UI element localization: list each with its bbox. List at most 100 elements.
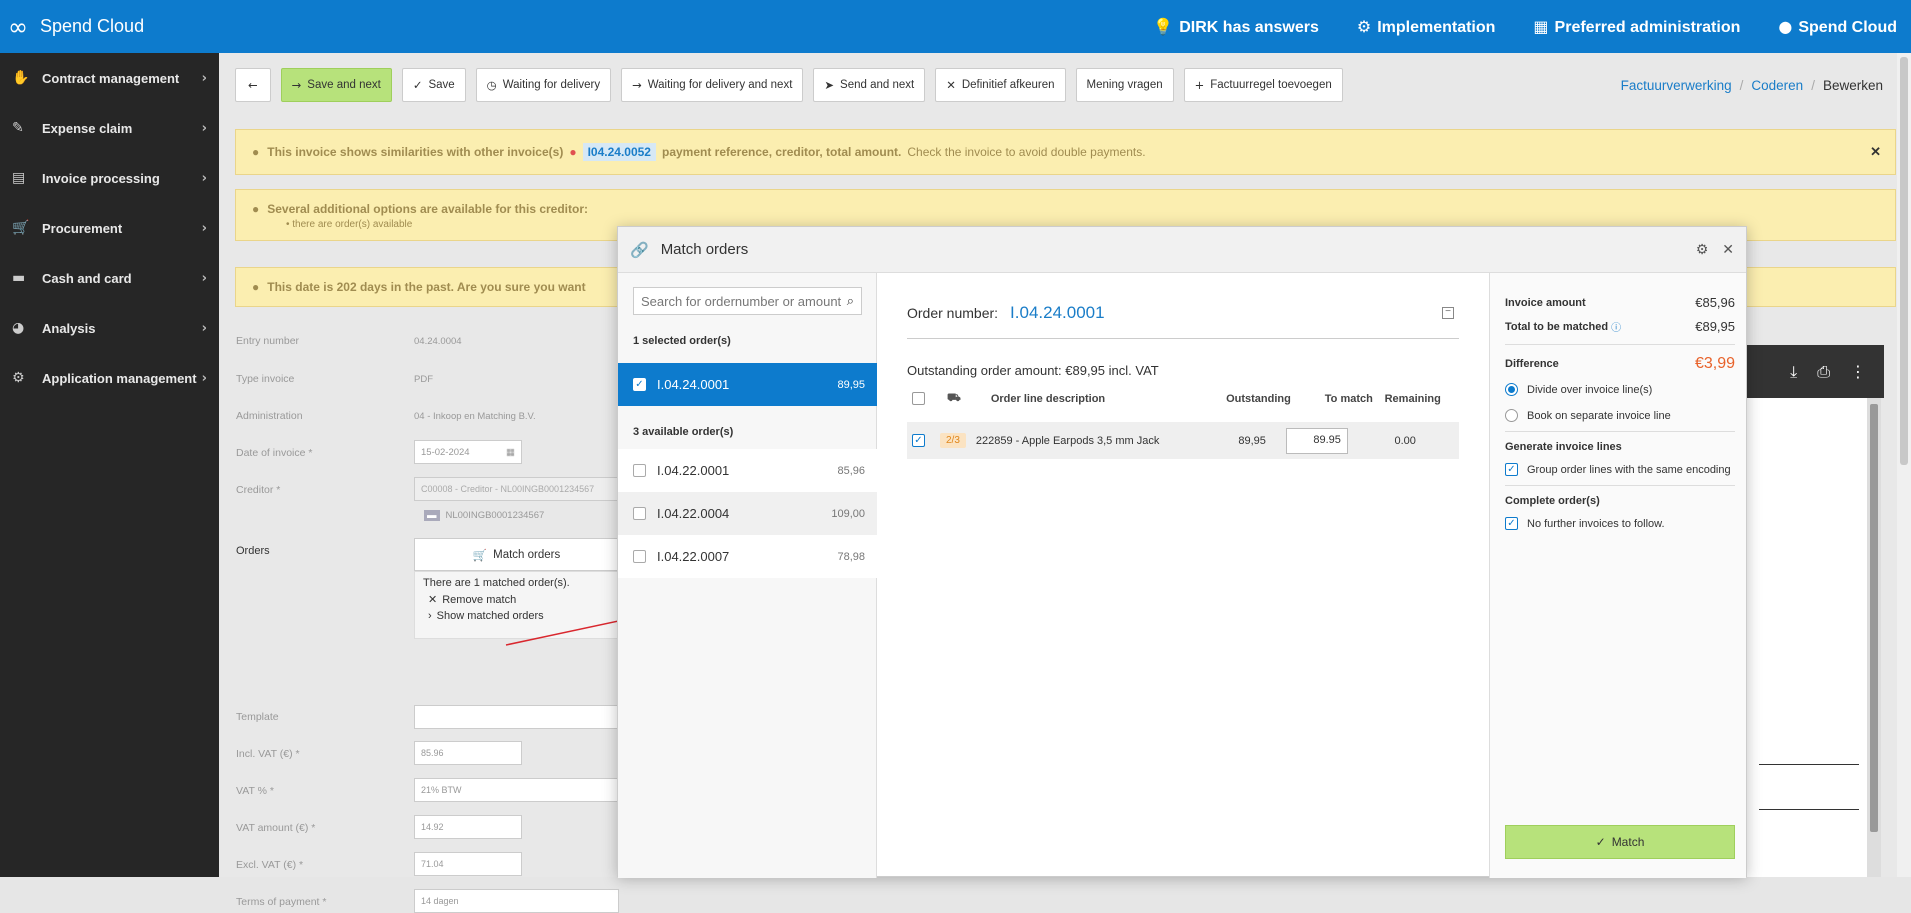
total-to-match-row: Total to be matched ⓘ €89,95 xyxy=(1505,319,1735,334)
to-match-input[interactable]: 89.95 xyxy=(1285,427,1348,454)
incl-vat-input[interactable]: 85.96 xyxy=(414,741,522,765)
cogs-icon: ⚙ xyxy=(1356,16,1372,36)
vat-percent-select[interactable]: 21% BTW xyxy=(414,778,619,802)
order-lines-header: ⛟ Order line description Outstanding To … xyxy=(907,386,1459,411)
print-icon[interactable]: ⎙ xyxy=(1817,362,1830,382)
divider xyxy=(1505,431,1735,432)
send-and-next-button[interactable]: ➤ Send and next xyxy=(813,68,926,102)
order-search-input[interactable]: Search for ordernumber or amount ⌕ xyxy=(633,287,862,315)
sidebar-item-application-management[interactable]: ⚙ Application management › xyxy=(0,353,219,403)
creditor-input[interactable]: C00008 - Creditor - NL00INGB0001234567 xyxy=(414,477,619,501)
difference-row: Difference €3,99 xyxy=(1505,355,1735,373)
checkbox[interactable] xyxy=(633,464,646,477)
available-order-row[interactable]: I.04.22.0007 78,98 xyxy=(618,535,877,578)
ask-opinion-button[interactable]: Mening vragen xyxy=(1075,68,1174,102)
terms-of-payment-label: Terms of payment * xyxy=(236,896,327,908)
more-options-icon[interactable]: ⋮ xyxy=(1850,362,1866,381)
similar-invoice-ref[interactable]: I04.24.0052 xyxy=(582,143,656,161)
divider xyxy=(1505,344,1735,345)
page-scrollbar-thumb[interactable] xyxy=(1900,57,1908,465)
date-of-invoice-input[interactable]: 15-02-2024 ▦ xyxy=(414,440,522,464)
available-orders-header: 3 available order(s) xyxy=(633,426,734,438)
nav-dirk[interactable]: 💡 DIRK has answers xyxy=(1153,17,1319,37)
match-orders-button[interactable]: 🛒 Match orders xyxy=(414,538,619,571)
sidebar-item-cash-and-card[interactable]: ▬ Cash and card › xyxy=(0,253,219,303)
radio[interactable] xyxy=(1505,409,1518,422)
template-input[interactable] xyxy=(414,705,619,729)
sidebar-item-invoice-processing[interactable]: ▤ Invoice processing › xyxy=(0,153,219,203)
selected-order-row[interactable]: ✓ I.04.24.0001 89,95 xyxy=(618,363,877,406)
arrow-right-icon: → xyxy=(632,78,642,92)
available-order-row[interactable]: I.04.22.0001 85,96 xyxy=(618,449,877,492)
sidebar-item-label: Procurement xyxy=(42,220,123,236)
reject-button[interactable]: ✕ Definitief afkeuren xyxy=(935,68,1066,102)
bank-card-icon: ▬ xyxy=(424,510,440,521)
save-and-next-button[interactable]: → Save and next xyxy=(280,68,392,102)
group-lines-checkbox[interactable]: ✓ xyxy=(1505,463,1518,476)
select-all-checkbox[interactable] xyxy=(912,392,925,405)
pdf-scrollbar-thumb[interactable] xyxy=(1870,404,1878,832)
sidebar-item-label: Invoice processing xyxy=(42,170,160,186)
creditor-label: Creditor * xyxy=(236,484,281,496)
sidebar-item-expense-claim[interactable]: ✎ Expense claim › xyxy=(0,103,219,153)
lightbulb-icon: 💡 xyxy=(1153,16,1174,36)
radio-selected[interactable] xyxy=(1505,383,1518,396)
divide-option-label: Divide over invoice line(s) xyxy=(1527,383,1653,396)
alert-icon: ● xyxy=(252,202,260,216)
cart-icon: 🛒 xyxy=(12,220,30,236)
no-further-invoices-option[interactable]: ✓ No further invoices to follow. xyxy=(1505,517,1735,530)
order-line-checkbox[interactable]: ✓ xyxy=(912,434,925,447)
sidebar-item-analysis[interactable]: ◕ Analysis › xyxy=(0,303,219,353)
complete-orders-title: Complete order(s) xyxy=(1505,495,1600,507)
order-line-remaining: 0.00 xyxy=(1394,434,1416,447)
breadcrumb-separator: / xyxy=(1739,78,1744,93)
order-line-description: 222859 - Apple Earpods 3,5 mm Jack xyxy=(975,434,1160,447)
match-button[interactable]: ✓ Match xyxy=(1505,825,1735,859)
close-icon[interactable]: ✕ xyxy=(1870,144,1881,160)
vat-amount-input[interactable]: 14.92 xyxy=(414,815,522,839)
invoice-toolbar: ← → Save and next ✓ Save ◷ Waiting for deli… xyxy=(235,68,1343,102)
divide-option[interactable]: Divide over invoice line(s) xyxy=(1505,383,1735,396)
checkbox[interactable] xyxy=(633,507,646,520)
checkbox-checked[interactable]: ✓ xyxy=(633,378,646,391)
waiting-for-delivery-button[interactable]: ◷ Waiting for delivery xyxy=(475,68,612,102)
available-order-row[interactable]: I.04.22.0004 109,00 xyxy=(618,492,877,535)
alert-icon: ● xyxy=(252,145,260,159)
sidebar-item-procurement[interactable]: 🛒 Procurement › xyxy=(0,203,219,253)
breadcrumb-coderen[interactable]: Coderen xyxy=(1751,78,1803,93)
alert-icon: ● xyxy=(252,280,260,294)
book-separate-label: Book on separate invoice line xyxy=(1527,409,1671,422)
nav-preferred-administration[interactable]: ▦ Preferred administration xyxy=(1533,17,1740,37)
terms-of-payment-select[interactable]: 14 dagen xyxy=(414,889,619,913)
sidebar-item-contract-management[interactable]: ✋ Contract management › xyxy=(0,53,219,103)
match-button-label: Match xyxy=(1611,835,1645,849)
download-icon[interactable]: ⤓ xyxy=(1790,362,1797,382)
group-lines-option[interactable]: ✓ Group order lines with the same encodin… xyxy=(1505,463,1735,476)
nav-user[interactable]: ● Spend Cloud xyxy=(1778,17,1897,37)
collapse-icon[interactable]: − xyxy=(1442,307,1454,319)
match-summary-panel: Invoice amount €85,96 Total to be matched… xyxy=(1489,273,1746,878)
waiting-for-delivery-next-button[interactable]: → Waiting for delivery and next xyxy=(621,68,804,102)
back-button[interactable]: ← xyxy=(235,68,271,102)
no-further-invoices-checkbox[interactable]: ✓ xyxy=(1505,517,1518,530)
page-scrollbar[interactable] xyxy=(1897,53,1911,877)
book-separate-option[interactable]: Book on separate invoice line xyxy=(1505,409,1735,422)
vat-amount-label: VAT amount (€) * xyxy=(236,822,316,834)
order-number: I.04.22.0001 xyxy=(657,463,730,478)
breadcrumb-factuurverwerking[interactable]: Factuurverwerking xyxy=(1621,78,1732,93)
brand[interactable]: ∞ Spend Cloud xyxy=(8,13,144,41)
chevron-right-icon: › xyxy=(201,70,207,86)
nav-implementation[interactable]: ⚙ Implementation xyxy=(1357,17,1496,37)
save-button[interactable]: ✓ Save xyxy=(401,68,466,102)
total-to-match-label: Total to be matched xyxy=(1505,320,1609,333)
outstanding-order-amount: Outstanding order amount: €89,95 incl. V… xyxy=(907,363,1159,378)
close-icon[interactable]: ✕ xyxy=(1722,242,1734,258)
gear-icon[interactable]: ⚙ xyxy=(1696,242,1709,258)
type-invoice-value: PDF xyxy=(414,374,433,385)
invoice-amount-row: Invoice amount €85,96 xyxy=(1505,295,1735,310)
excl-vat-input[interactable]: 71.04 xyxy=(414,852,522,876)
add-invoice-line-button[interactable]: + Factuurregel toevoegen xyxy=(1183,68,1343,102)
checkbox[interactable] xyxy=(633,550,646,563)
match-orders-modal: 🔗 Match orders ⚙ ✕ Search for ordernumbe… xyxy=(617,226,1747,878)
pdf-scrollbar[interactable] xyxy=(1867,398,1881,877)
